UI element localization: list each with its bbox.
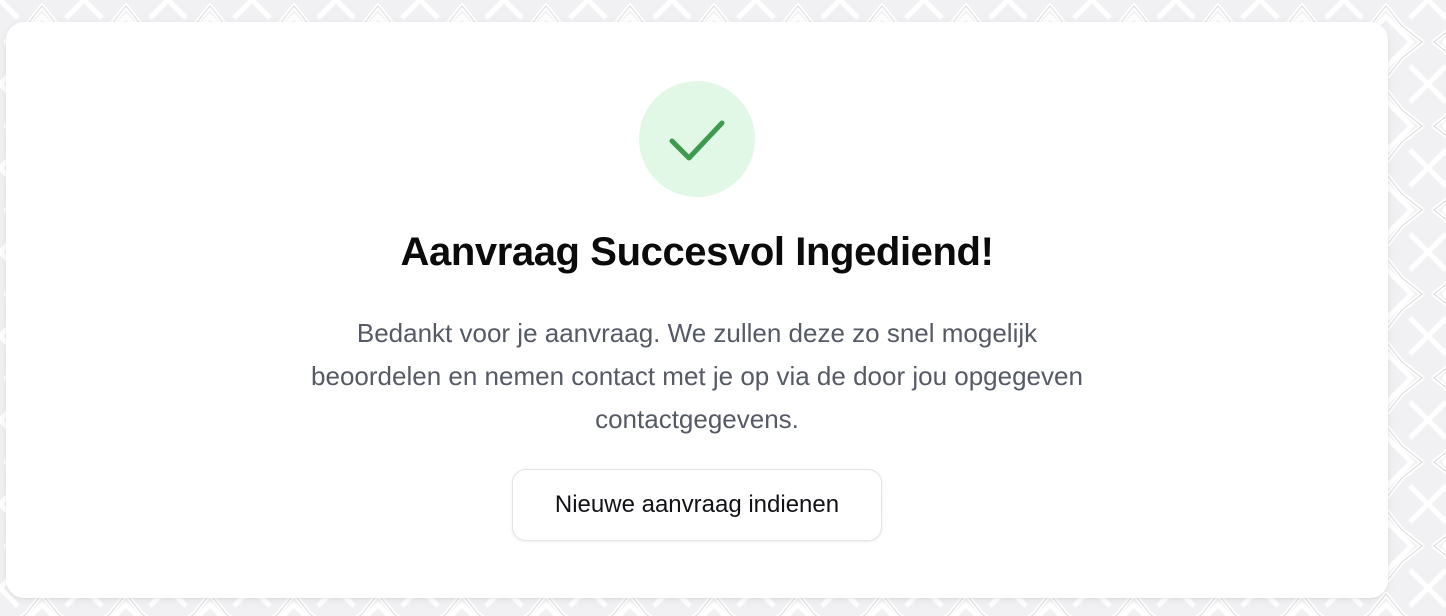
success-icon-circle xyxy=(639,81,755,197)
check-icon xyxy=(669,120,725,161)
confirmation-message: Bedankt voor je aanvraag. We zullen deze… xyxy=(311,318,1083,434)
page-title: Aanvraag Succesvol Ingediend! xyxy=(400,230,994,274)
new-request-button[interactable]: Nieuwe aanvraag indienen xyxy=(512,469,882,541)
success-card: Aanvraag Succesvol Ingediend! Bedankt vo… xyxy=(6,22,1388,598)
